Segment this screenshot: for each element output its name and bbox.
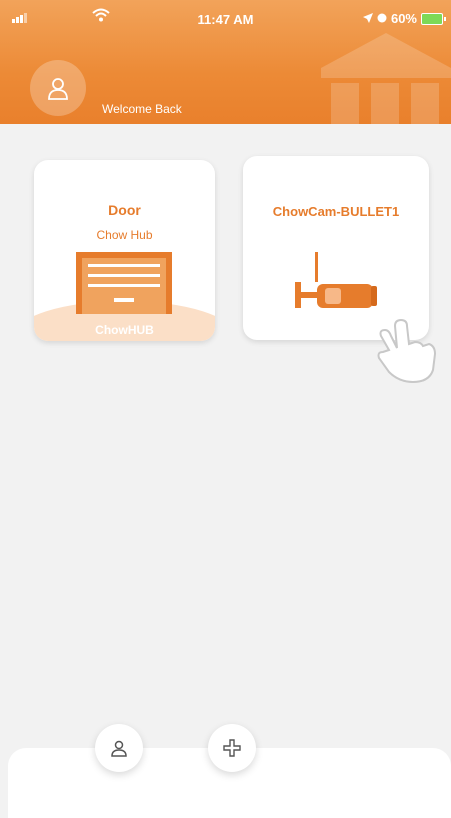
plus-icon [223,739,241,757]
add-device-button[interactable] [208,724,256,772]
battery-icon [421,12,446,25]
user-icon [48,78,68,100]
garage-door-icon [76,252,172,314]
app-header: 11:47 AM 60% Welcome Back [0,0,451,124]
user-icon [111,740,127,757]
status-right: 60% [362,11,446,26]
device-card-door[interactable]: Door Chow Hub ChowHUB [34,160,215,341]
device-title: ChowCam-BULLET1 [272,204,400,219]
user-avatar[interactable] [30,60,86,116]
hub-label: ChowHUB [95,323,154,337]
alarm-icon [377,11,387,26]
device-card-camera[interactable]: ChowCam-BULLET1 [243,156,429,340]
location-icon [362,11,373,26]
user-tab-button[interactable] [95,724,143,772]
bullet-camera-icon [295,252,377,308]
tap-hand-icon [377,318,437,384]
device-title: Door [108,202,141,218]
house-logo-icon [321,33,451,124]
battery-percent: 60% [390,11,417,26]
device-subtitle: Chow Hub [96,228,153,242]
welcome-text: Welcome Back [102,102,182,116]
